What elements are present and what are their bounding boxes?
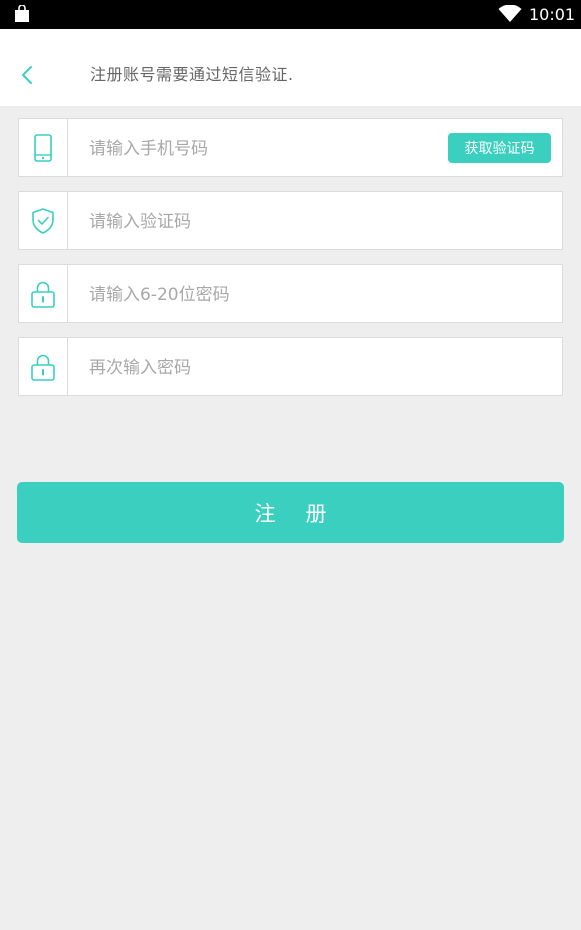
register-button[interactable]: 注册 xyxy=(17,482,564,543)
phone-input[interactable] xyxy=(87,135,431,163)
header: 注册账号需要通过短信验证. xyxy=(0,29,581,106)
lock-icon xyxy=(31,281,55,308)
password-icon-cell xyxy=(19,265,68,322)
shield-check-icon xyxy=(32,208,54,234)
confirm-password-icon-cell xyxy=(19,338,68,395)
code-icon-cell xyxy=(19,192,68,249)
password-field xyxy=(18,264,563,323)
phone-icon-cell xyxy=(19,119,68,176)
page-title: 注册账号需要通过短信验证. xyxy=(90,65,294,84)
confirm-password-field xyxy=(18,337,563,396)
confirm-password-input[interactable] xyxy=(87,354,431,382)
wifi-icon xyxy=(498,5,522,22)
phone-icon xyxy=(34,134,52,162)
status-time: 10:01 xyxy=(529,5,576,24)
lock-icon xyxy=(31,354,55,381)
back-arrow-icon[interactable] xyxy=(16,63,40,87)
phone-field: 获取验证码 xyxy=(18,118,563,177)
code-field xyxy=(18,191,563,250)
shopping-bag-icon xyxy=(15,5,29,22)
status-bar: 10:01 xyxy=(0,0,581,29)
code-input[interactable] xyxy=(87,208,431,236)
password-input[interactable] xyxy=(87,281,431,309)
get-code-button[interactable]: 获取验证码 xyxy=(448,133,551,163)
